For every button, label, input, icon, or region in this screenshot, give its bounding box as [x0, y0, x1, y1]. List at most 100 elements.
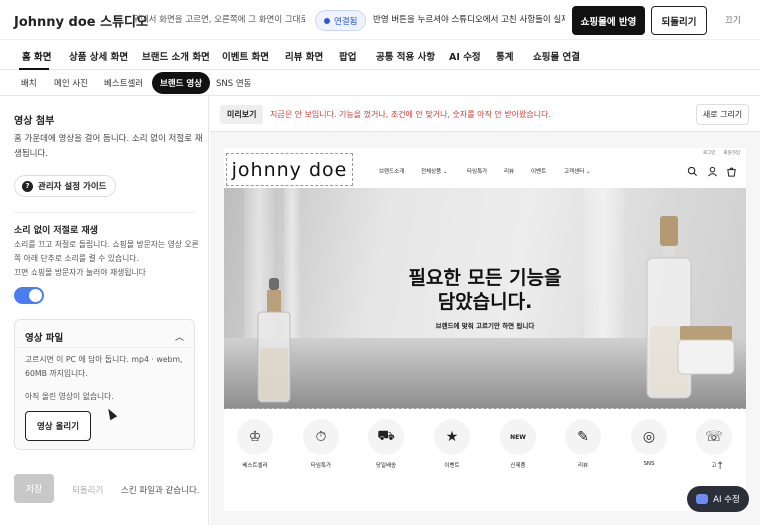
- quick-menu-label: 당일배송: [375, 463, 397, 469]
- tab-popup[interactable]: 팝업: [339, 49, 356, 63]
- nav-customer-center[interactable]: 고객센터 ⌄: [564, 167, 591, 175]
- medal-icon: ♔: [237, 419, 273, 455]
- apply-to-shop-button[interactable]: 쇼핑몰에 반영: [572, 6, 645, 35]
- tab-stats[interactable]: 통계: [496, 49, 513, 63]
- divider: [14, 212, 195, 213]
- video-file-empty: 아직 올린 영상이 없습니다.: [25, 392, 114, 401]
- quick-menu-support[interactable]: ☏ 고: [696, 419, 732, 469]
- status-dot-icon: [324, 17, 330, 24]
- redraw-button[interactable]: 새로 그리기: [696, 104, 749, 125]
- subtab-bestseller[interactable]: 베스트셀러: [104, 77, 143, 89]
- quick-menu-label: 고: [711, 463, 717, 469]
- instagram-icon: ◎: [631, 419, 667, 455]
- signup-link[interactable]: 회원가입: [723, 151, 740, 156]
- sub-tabs: 배치 메인 사진 베스트셀러 브랜드 영상 SNS 연동: [0, 70, 760, 96]
- tab-home[interactable]: 홈 화면: [22, 49, 52, 63]
- video-file-desc-2: 60MB 까지입니다.: [25, 369, 88, 378]
- nav-time-sale[interactable]: 타임특가: [467, 167, 487, 175]
- studio-description: 위에서 화면을 고르면, 오른쪽에 그 화면이 그대로 ...: [133, 15, 305, 25]
- video-attach-title: 영상 첨부: [14, 116, 55, 127]
- truck-icon: ⛟: [368, 419, 404, 455]
- video-file-card: 영상 파일 ︿ 고르시면 이 PC 에 담아 둡니다. mp4 · webm, …: [14, 319, 195, 450]
- cart-icon[interactable]: [726, 166, 737, 177]
- autoplay-title: 소리 없이 저절로 재생: [14, 226, 98, 236]
- top-bar: Johnny doe 스튜디오 위에서 화면을 고르면, 오른쪽에 그 화면이 …: [0, 0, 760, 40]
- upload-video-button[interactable]: 영상 올리기: [25, 411, 91, 441]
- quick-menu-new[interactable]: NEW 신제품: [500, 419, 536, 469]
- close-link[interactable]: 끄기: [725, 14, 741, 26]
- quick-menu-same-day[interactable]: ⛟ 당일배송: [368, 419, 404, 469]
- divider: [15, 347, 194, 348]
- tab-brand-intro[interactable]: 브랜드 소개 화면: [142, 49, 210, 63]
- headset-icon: ☏: [696, 419, 732, 455]
- user-icon[interactable]: [707, 166, 718, 177]
- scroll-top-icon[interactable]: ↑: [716, 461, 724, 472]
- admin-guide-button[interactable]: ? 관리자 설정 가이드: [14, 175, 117, 197]
- preview-bar: 미리보기 지금은 안 보입니다. 기능을 껐거나, 조건에 안 맞거나, 숫자를…: [210, 96, 760, 132]
- tab-shop-connect[interactable]: 쇼핑몰 연결: [533, 49, 580, 63]
- quick-menu-label: 베스트셀러: [242, 463, 268, 469]
- main-tabs: 홈 화면 상품 상세 화면 브랜드 소개 화면 이벤트 화면 리뷰 화면 팝업 …: [0, 40, 760, 70]
- admin-guide-label: 관리자 설정 가이드: [38, 182, 107, 192]
- tab-common[interactable]: 공통 적용 사항: [376, 49, 435, 63]
- shop-preview: 로그인 회원가입 johnny doe 브랜드소개 전체상품 ⌄ 타임특가 리뷰 …: [224, 148, 746, 511]
- hero-title-line-2: 담았습니다.: [437, 291, 533, 313]
- hero-banner[interactable]: 필요한 모든 기능을 담았습니다. 브랜드에 맞춰 고르기만 하면 됩니다: [224, 188, 746, 409]
- chevron-up-icon[interactable]: ︿: [175, 330, 184, 343]
- subtab-sns[interactable]: SNS 연동: [216, 77, 252, 89]
- preview-chip: 미리보기: [220, 105, 264, 124]
- cream-jar-image: [677, 326, 735, 375]
- save-button[interactable]: 저장: [14, 474, 54, 503]
- site-top-links: 로그인 회원가입: [695, 150, 740, 156]
- revert-button[interactable]: 되돌리기: [651, 6, 707, 35]
- connection-status-label: 연결됨: [334, 16, 358, 27]
- tab-event[interactable]: 이벤트 화면: [222, 49, 269, 63]
- tab-product-detail[interactable]: 상품 상세 화면: [69, 49, 128, 63]
- tab-review[interactable]: 리뷰 화면: [285, 49, 323, 63]
- pen-icon: ✎: [565, 419, 601, 455]
- preview-warning: 지금은 안 보입니다. 기능을 껐거나, 조건에 안 맞거나, 숫자를 아직 안…: [270, 110, 552, 119]
- tab-ai-edit[interactable]: AI 수정: [449, 49, 481, 63]
- revert-link[interactable]: 되돌리기: [72, 484, 103, 496]
- hero-subtitle: 브랜드에 맞춰 고르기만 하면 됩니다: [435, 322, 535, 330]
- quick-menu-label: 리뷰: [577, 463, 589, 469]
- quick-menu-label: SNS: [643, 461, 655, 467]
- search-icon[interactable]: [687, 166, 698, 177]
- quick-menu-label: 이벤트: [444, 463, 460, 469]
- subtab-main-photo[interactable]: 메인 사진: [54, 77, 88, 89]
- video-file-desc-1: 고르시면 이 PC 에 담아 둡니다. mp4 · webm,: [25, 355, 183, 364]
- question-icon: ?: [22, 180, 33, 192]
- new-badge-icon: NEW: [500, 419, 536, 455]
- hero-title-line-1: 필요한 모든 기능을: [408, 267, 562, 289]
- apply-notice: 반영 버튼을 누르셔야 스튜디오에서 고친 사항들이 실제로 ...: [373, 15, 565, 25]
- nav-all-products[interactable]: 전체상품 ⌄: [421, 167, 448, 175]
- quick-menu-label: 신제품: [510, 463, 526, 469]
- nav-brand-intro[interactable]: 브랜드소개: [379, 167, 404, 175]
- quick-menu-bestseller[interactable]: ♔ 베스트셀러: [237, 419, 273, 469]
- video-file-title: 영상 파일: [25, 333, 64, 344]
- timer-bag-icon: ⏱: [303, 419, 339, 455]
- quick-menu: ♔ 베스트셀러 ⏱ 타임특가 ⛟ 당일배송 ★ 이벤트 NEW 신제품 ✎ 리뷰: [224, 419, 746, 511]
- connection-status-badge: 연결됨: [315, 10, 367, 31]
- subtab-layout[interactable]: 배치: [21, 77, 37, 89]
- ai-edit-floating-button[interactable]: AI 수정: [687, 486, 749, 512]
- robot-icon: [696, 494, 709, 504]
- video-attach-desc-2: 생됩니다.: [14, 149, 48, 159]
- login-link[interactable]: 로그인: [703, 151, 715, 156]
- subtab-brand-video[interactable]: 브랜드 영상: [152, 72, 211, 94]
- studio-title: Johnny doe 스튜디오: [14, 15, 148, 30]
- quick-menu-event[interactable]: ★ 이벤트: [434, 419, 470, 469]
- quick-menu-time-sale[interactable]: ⏱ 타임특가: [303, 419, 339, 469]
- nav-review[interactable]: 리뷰: [504, 167, 514, 175]
- autoplay-desc-3: 끄면 쇼핑몰 방문자가 눌러야 재생됩니다: [14, 268, 146, 277]
- video-attach-desc-1: 홈 가운데에 영상을 걸어 둡니다. 소리 없이 저절로 재: [14, 134, 203, 144]
- preview-area: 미리보기 지금은 안 보입니다. 기능을 껐거나, 조건에 안 맞거나, 숫자를…: [210, 96, 760, 525]
- skin-status-text: 스킨 파일과 같습니다.: [121, 486, 200, 496]
- site-logo[interactable]: johnny doe: [226, 153, 353, 186]
- calendar-star-icon: ★: [434, 419, 470, 455]
- nav-event[interactable]: 이벤트: [531, 167, 546, 175]
- toggle-knob: [29, 289, 42, 302]
- quick-menu-review[interactable]: ✎ 리뷰: [565, 419, 601, 469]
- quick-menu-sns[interactable]: ◎ SNS: [631, 419, 667, 467]
- autoplay-toggle[interactable]: [14, 287, 44, 304]
